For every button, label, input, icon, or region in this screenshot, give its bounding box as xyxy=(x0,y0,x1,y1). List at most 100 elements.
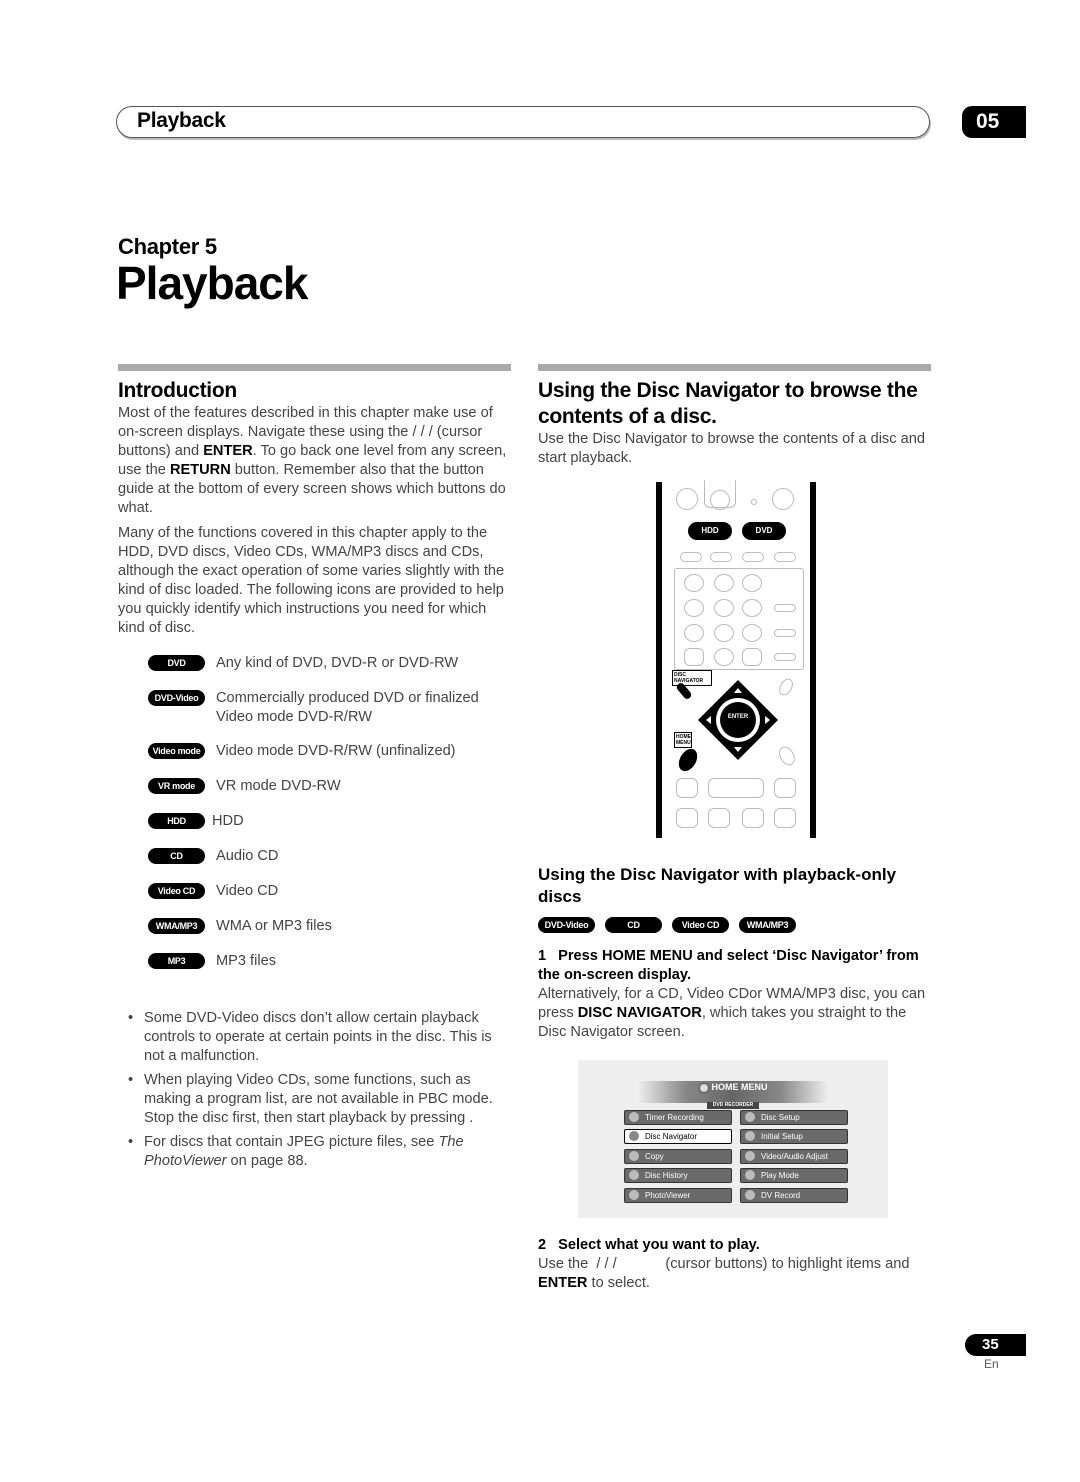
text: PhotoViewer xyxy=(645,1191,691,1200)
home-menu-screenshot: HOME MENU DVD RECORDER Timer Recording D… xyxy=(578,1060,888,1218)
text: Play Mode xyxy=(761,1171,799,1180)
disc-navigator-icon xyxy=(629,1130,639,1141)
legend-description: Commercially produced DVD or finalized V… xyxy=(216,690,479,725)
step-number: 1 xyxy=(538,948,547,964)
legend-description: MP3 files xyxy=(216,953,277,969)
text: Copy xyxy=(645,1152,664,1161)
legend-item: VR mode VR mode DVD-RW xyxy=(118,777,511,812)
section-divider xyxy=(538,364,931,371)
disc-navigator-keyword: DISC NAVIGATOR xyxy=(577,1005,702,1021)
remote-button xyxy=(714,574,734,592)
subsection-title: Using the Disc Navigator with playback-o… xyxy=(538,865,897,906)
text: Disc History xyxy=(645,1171,688,1180)
text: For discs that contain JPEG picture file… xyxy=(144,1134,439,1150)
remote-button xyxy=(742,624,762,642)
remote-button xyxy=(684,599,704,617)
cd-badge-icon: CD xyxy=(605,917,662,933)
step-1-body: Alternatively, for a CD, Video CDor WMA/… xyxy=(538,985,931,1042)
timer-icon xyxy=(629,1111,639,1122)
dpad-graphic xyxy=(698,680,778,760)
section-header-title: Playback xyxy=(137,109,226,132)
text: Disc Setup xyxy=(761,1113,800,1122)
section-header: Playback xyxy=(116,106,930,138)
video-cd-badge-icon: Video CD xyxy=(148,883,205,899)
video-mode-badge-icon: Video mode xyxy=(148,743,205,759)
remote-button xyxy=(684,648,704,666)
menu-item-copy[interactable]: Copy xyxy=(624,1149,732,1164)
remote-button xyxy=(714,599,734,617)
disc-setup-icon xyxy=(745,1111,755,1122)
text: Video/Audio Adjust xyxy=(761,1152,829,1161)
note-item: When playing Video CDs, some functions, … xyxy=(118,1071,511,1128)
legend-item: Video CD Video CD xyxy=(118,882,511,917)
language-label: En xyxy=(984,1357,999,1371)
menu-item-disc-setup[interactable]: Disc Setup xyxy=(740,1110,848,1125)
remote-button xyxy=(742,808,764,828)
remote-button xyxy=(774,629,796,637)
remote-button xyxy=(676,808,698,828)
remote-button xyxy=(708,778,764,798)
legend-item: CD Audio CD xyxy=(118,847,511,882)
dvd-badge-icon: DVD xyxy=(148,655,205,671)
cd-badge-icon: CD xyxy=(148,848,205,864)
introduction-title: Introduction xyxy=(118,379,237,402)
step-2-heading: 2 Select what you want to play. xyxy=(538,1236,931,1255)
remote-button xyxy=(772,488,794,510)
photoviewer-icon xyxy=(629,1189,639,1200)
enter-keyword: ENTER xyxy=(203,443,253,459)
disc-history-icon xyxy=(629,1169,639,1180)
remote-button xyxy=(676,488,698,510)
text: Timer Recording xyxy=(645,1113,704,1122)
notes-list: Some DVD-Video discs don’t allow certain… xyxy=(118,1009,511,1171)
step-1-heading: 1 Press HOME MENU and select ‘Disc Naviga… xyxy=(538,947,931,985)
legend-item: DVD Any kind of DVD, DVD-R or DVD-RW xyxy=(118,654,511,689)
menu-item-video-audio-adjust[interactable]: Video/Audio Adjust xyxy=(740,1149,848,1164)
remote-button xyxy=(774,552,796,562)
legend-item: Video mode Video mode DVD-R/RW (unfinaliz… xyxy=(118,742,511,777)
wma-mp3-badge-icon: WMA/MP3 xyxy=(739,917,796,933)
legend-description: VR mode DVD-RW xyxy=(216,778,341,794)
remote-button xyxy=(680,552,702,562)
chapter-title: Playback xyxy=(116,257,308,309)
menu-item-play-mode[interactable]: Play Mode xyxy=(740,1168,848,1183)
remote-button xyxy=(714,648,734,666)
play-mode-icon xyxy=(745,1169,755,1180)
text: Initial Setup xyxy=(761,1132,803,1141)
return-keyword: RETURN xyxy=(169,462,231,478)
mp3-badge-icon: MP3 xyxy=(148,953,205,969)
disc-icon xyxy=(698,1082,709,1093)
legend-description: Any kind of DVD, DVD-R or DVD-RW xyxy=(216,655,459,671)
video-audio-adjust-icon xyxy=(745,1150,755,1161)
legend-item: MP3 MP3 files xyxy=(118,952,511,987)
enter-button-shape xyxy=(720,702,756,738)
menu-item-photoviewer[interactable]: PhotoViewer xyxy=(624,1188,732,1203)
text: MENU xyxy=(676,740,691,746)
menu-item-disc-history[interactable]: Disc History xyxy=(624,1168,732,1183)
remote-button xyxy=(684,624,704,642)
hdd-button: HDD xyxy=(688,522,732,540)
disc-navigator-title: Using the Disc Navigator to browse the c… xyxy=(538,379,918,428)
home-menu-banner: HOME MENU DVD RECORDER xyxy=(638,1081,828,1109)
menu-item-dv-record[interactable]: DV Record xyxy=(740,1188,848,1203)
home-menu-title: HOME MENU xyxy=(638,1081,828,1093)
vr-mode-badge-icon: VR mode xyxy=(148,778,205,794)
intro-paragraph-1: Most of the features described in this c… xyxy=(118,404,511,518)
page-number: 35 xyxy=(965,1334,1026,1356)
chapter-number-tab: 05 xyxy=(962,106,1026,138)
legend-item: DVD-Video Commercially produced DVD or fi… xyxy=(118,689,511,742)
remote-button xyxy=(774,653,796,661)
remote-button xyxy=(742,552,764,562)
remote-button xyxy=(684,574,704,592)
legend-item: WMA/MP3 WMA or MP3 files xyxy=(118,917,511,952)
menu-item-disc-navigator[interactable]: Disc Navigator xyxy=(624,1129,732,1144)
remote-indicator xyxy=(751,499,757,505)
remote-button xyxy=(710,490,730,510)
applicable-discs: DVD-Video CD Video CD WMA/MP3 xyxy=(538,916,931,933)
menu-item-initial-setup[interactable]: Initial Setup xyxy=(740,1129,848,1144)
text: Use the / / / (cursor buttons) to highli… xyxy=(538,1256,914,1272)
remote-control-illustration: HDD DVD DISC NAVIGATOR ENTER HOME MENU xyxy=(656,480,816,838)
menu-item-timer-recording[interactable]: Timer Recording xyxy=(624,1110,732,1125)
remote-button xyxy=(710,552,732,562)
legend-description: Audio CD xyxy=(216,848,279,864)
hdd-badge-icon: HDD xyxy=(148,813,205,829)
